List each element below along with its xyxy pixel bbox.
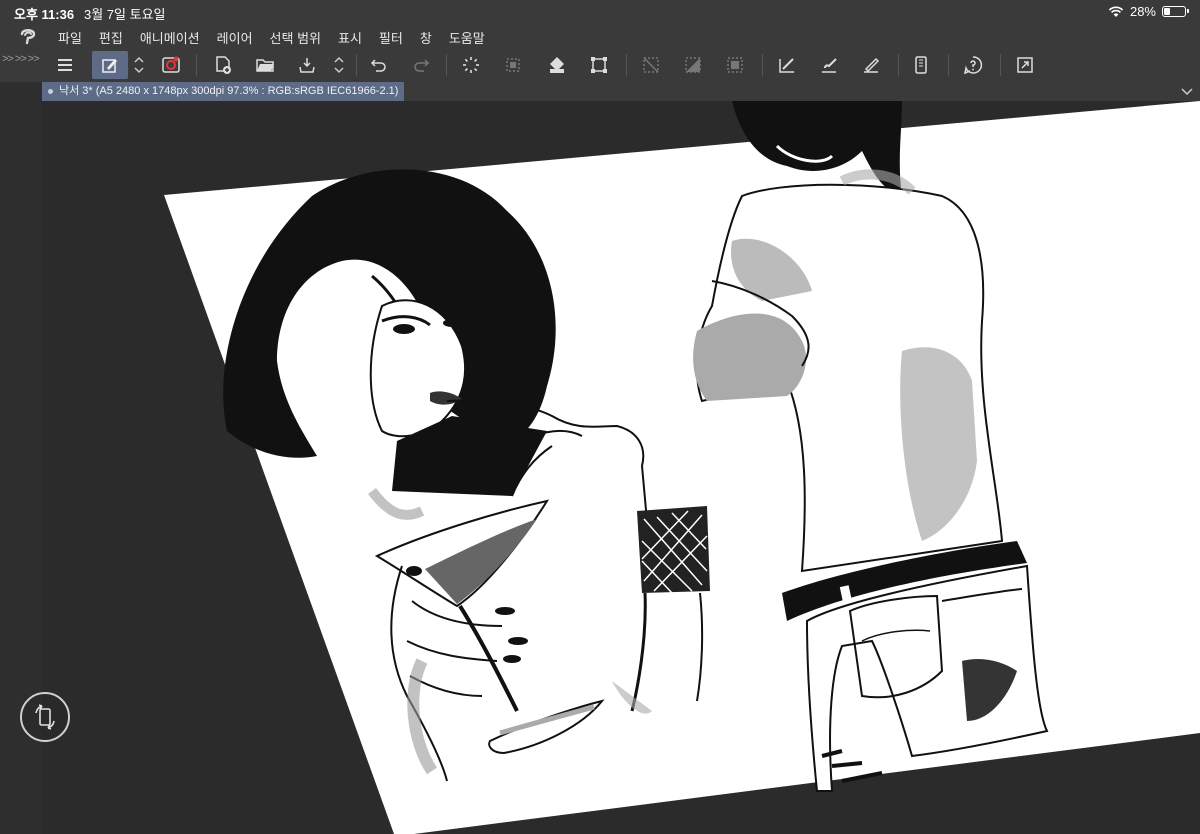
rotate-canvas-button[interactable] bbox=[20, 692, 70, 742]
select-layer-icon[interactable] bbox=[720, 51, 750, 79]
invert-selection-icon[interactable] bbox=[678, 51, 708, 79]
collapse-chevrons-icon[interactable]: >> >> >> bbox=[2, 53, 40, 65]
up-down-arrows-icon[interactable] bbox=[328, 51, 350, 79]
save-icon[interactable] bbox=[292, 51, 322, 79]
new-canvas-icon[interactable] bbox=[208, 51, 238, 79]
status-time: 오후 11:36 bbox=[14, 7, 75, 22]
menu-layer[interactable]: 레이어 bbox=[217, 28, 253, 47]
toolbar-separator bbox=[1000, 54, 1001, 76]
menu-edit[interactable]: 편집 bbox=[99, 28, 123, 47]
document-tab-bar: 낙서 3* (A5 2480 x 1748px 300dpi 97.3% : R… bbox=[42, 82, 1200, 101]
canvas-area[interactable] bbox=[42, 101, 1200, 834]
fullscreen-icon[interactable] bbox=[1010, 51, 1040, 79]
document-tab-title: 낙서 3* (A5 2480 x 1748px 300dpi 97.3% : R… bbox=[59, 85, 399, 97]
canvas-view[interactable] bbox=[42, 101, 1200, 834]
rotate-icon bbox=[35, 704, 55, 730]
menu-window[interactable]: 창 bbox=[420, 28, 432, 47]
toolbar-separator bbox=[762, 54, 763, 76]
command-bar: >> >> >> bbox=[0, 48, 1200, 83]
wifi-icon bbox=[1108, 6, 1124, 17]
transform-icon[interactable] bbox=[584, 51, 614, 79]
fill-icon[interactable] bbox=[542, 51, 572, 79]
menu-list: 파일 편집 애니메이션 레이어 선택 범위 표시 필터 창 도움말 bbox=[58, 28, 502, 47]
menu-file[interactable]: 파일 bbox=[58, 28, 82, 47]
pen-settings-icon[interactable] bbox=[92, 51, 128, 79]
battery-percentage: 28% bbox=[1129, 4, 1156, 19]
eraser-icon[interactable] bbox=[856, 51, 886, 79]
document-tab[interactable]: 낙서 3* (A5 2480 x 1748px 300dpi 97.3% : R… bbox=[42, 82, 404, 101]
toolbar-separator bbox=[356, 54, 357, 76]
loading-spinner-icon[interactable] bbox=[456, 51, 486, 79]
battery-icon bbox=[1162, 6, 1189, 17]
menu-filter[interactable]: 필터 bbox=[379, 28, 403, 47]
undo-icon[interactable] bbox=[364, 51, 394, 79]
toolbar-separator bbox=[898, 54, 899, 76]
brush-icon[interactable] bbox=[814, 51, 844, 79]
redo-icon[interactable] bbox=[406, 51, 436, 79]
toolbar-separator bbox=[948, 54, 949, 76]
help-icon[interactable] bbox=[958, 51, 988, 79]
clip-studio-logo-icon[interactable] bbox=[18, 27, 38, 45]
status-bar: 오후 11:36 3월 7일 토요일 28% bbox=[0, 0, 1200, 24]
menu-help[interactable]: 도움말 bbox=[449, 28, 485, 47]
battery-fill bbox=[1164, 8, 1171, 15]
menu-selection[interactable]: 선택 범위 bbox=[270, 28, 321, 47]
toolbar-separator bbox=[196, 54, 197, 76]
draw-pen-icon[interactable] bbox=[772, 51, 802, 79]
up-down-arrows-icon[interactable] bbox=[128, 51, 150, 79]
menu-icon[interactable] bbox=[50, 51, 80, 79]
smartphone-icon[interactable] bbox=[906, 51, 936, 79]
menu-view[interactable]: 표시 bbox=[338, 28, 362, 47]
status-right: 28% bbox=[1108, 4, 1189, 19]
tab-modified-dot bbox=[48, 88, 53, 94]
toolbar-separator bbox=[446, 54, 447, 76]
menu-bar: 파일 편집 애니메이션 레이어 선택 범위 표시 필터 창 도움말 bbox=[0, 24, 1200, 48]
open-folder-icon[interactable] bbox=[250, 51, 280, 79]
chevron-down-icon[interactable] bbox=[1180, 84, 1194, 98]
clip-logo-icon[interactable] bbox=[156, 51, 186, 79]
toolbar-separator bbox=[626, 54, 627, 76]
menu-animation[interactable]: 애니메이션 bbox=[140, 28, 200, 47]
clear-selection-icon[interactable] bbox=[498, 51, 528, 79]
status-date: 3월 7일 토요일 bbox=[84, 7, 166, 22]
deselect-icon[interactable] bbox=[636, 51, 666, 79]
